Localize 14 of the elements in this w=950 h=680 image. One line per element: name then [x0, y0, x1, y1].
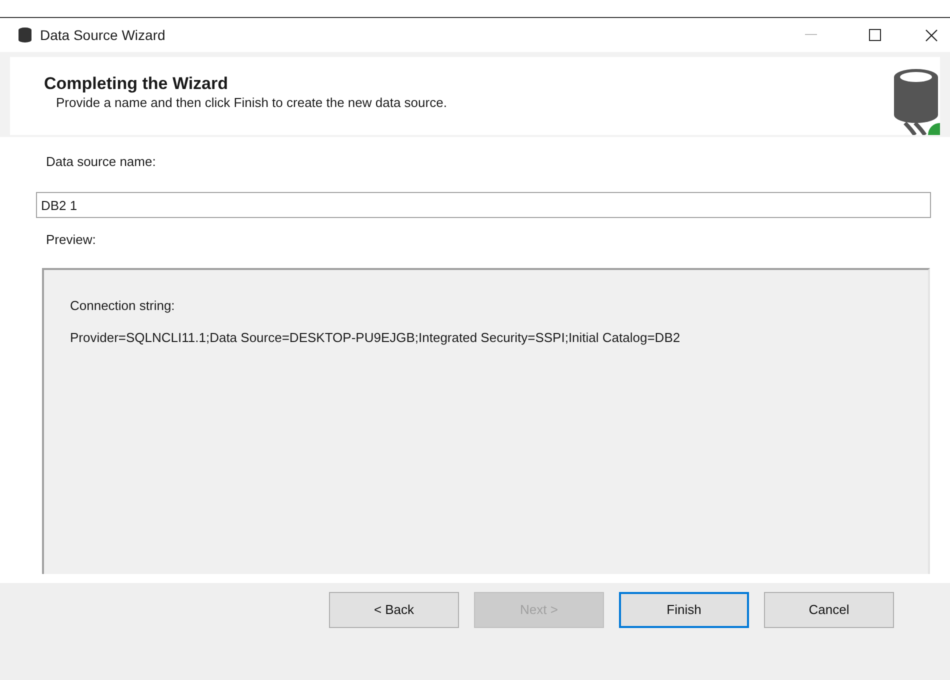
page-title: Completing the Wizard — [44, 74, 228, 94]
wizard-button[interactable]: < Back — [329, 592, 459, 628]
preview-label: Preview: — [46, 232, 96, 247]
wizard-button[interactable]: Cancel — [764, 592, 894, 628]
maximize-icon[interactable] — [869, 29, 881, 41]
field-label: Data source name: — [46, 154, 156, 169]
name-field[interactable]: DB2 1 — [36, 192, 931, 218]
window-title: Data Source Wizard — [40, 26, 166, 44]
page-subtitle: Provide a name and then click Finish to create the new data source. — [55, 94, 447, 112]
connection-string-label: Connection string: — [70, 297, 175, 315]
close-icon[interactable] — [925, 28, 938, 42]
connection-string: Provider=SQLNCLI11.1;Data Source=DESKTOP-PU9EJGB;Integrated Security=SSPI;Initial Catalog=DB2 — [70, 328, 680, 347]
wizard-button[interactable]: Finish — [619, 592, 749, 628]
database-icon — [18, 27, 32, 43]
